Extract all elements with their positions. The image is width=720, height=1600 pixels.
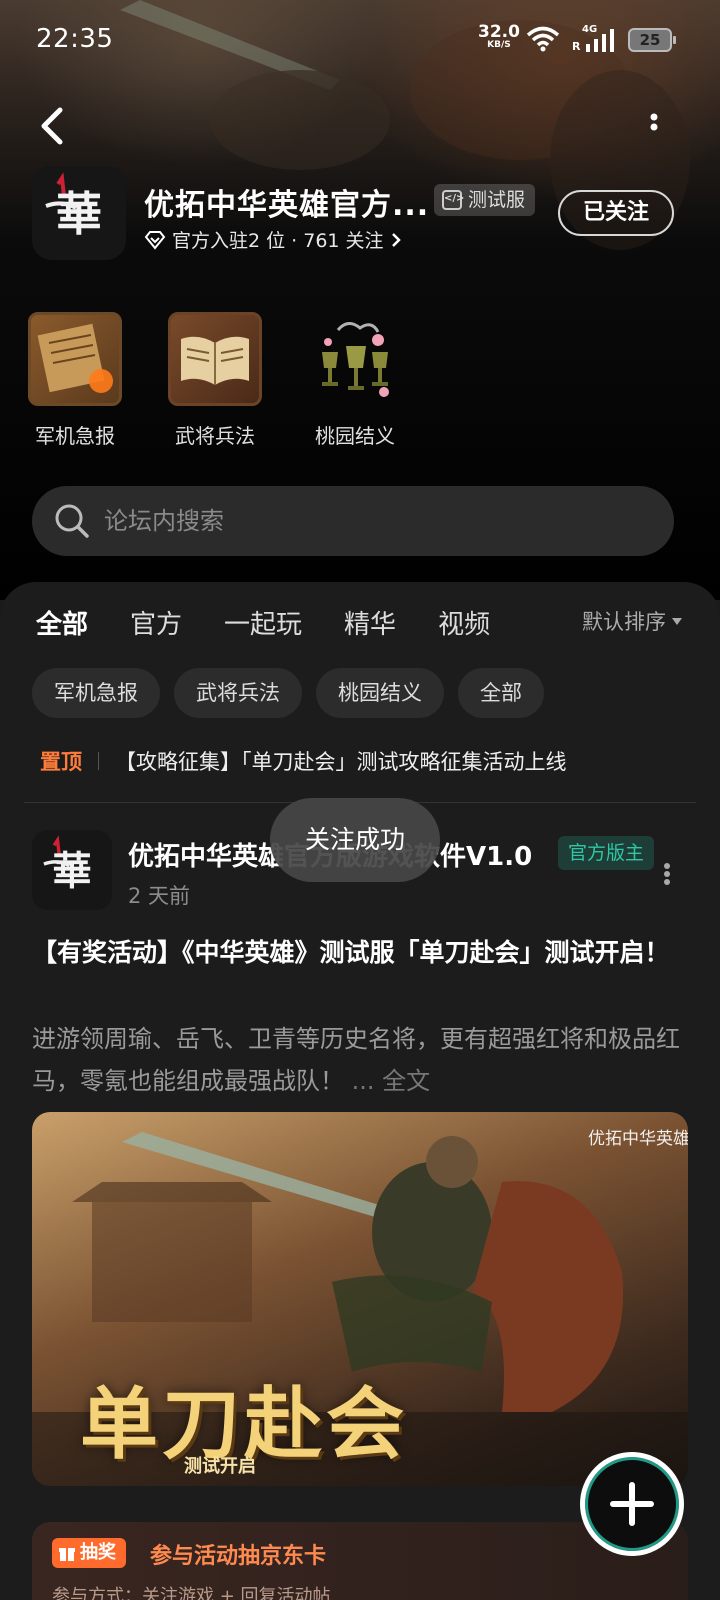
network-speed-value: 32.0: [478, 22, 520, 42]
caret-down-icon: [672, 617, 682, 625]
test-server-label: 测试服: [468, 189, 526, 211]
back-arrow-icon[interactable]: [34, 106, 70, 146]
post-image-subtitle: 测试开启: [184, 1456, 256, 1477]
post-image[interactable]: 单刀赴会 测试开启 优拓中华英雄: [32, 1112, 688, 1486]
tab-video[interactable]: 视频: [438, 604, 490, 641]
quick-link-label: 军机急报: [35, 424, 115, 448]
forum-logo: 華: [32, 166, 126, 260]
battery-indicator: 25: [628, 28, 676, 52]
sort-label: 默认排序: [582, 610, 666, 634]
forum-search-bar[interactable]: [32, 486, 674, 556]
read-more-link[interactable]: ... 全文: [352, 1067, 431, 1095]
post-time: 2 天前: [128, 884, 191, 908]
quick-links: 军机急报 武将兵法 桃园结义: [28, 312, 402, 449]
forum-title: 优拓中华英雄官方...: [144, 188, 430, 223]
lottery-tag-label: 抽奖: [80, 1542, 116, 1563]
test-server-badge: </> 测试服: [434, 184, 536, 216]
code-icon: </>: [442, 190, 464, 210]
sort-dropdown[interactable]: 默认排序: [582, 606, 682, 636]
quick-link-label: 武将兵法: [175, 424, 255, 448]
lottery-description: 参与方式：关注游戏 + 回复活动帖: [52, 1586, 331, 1600]
official-moderator-badge: 官方版主: [558, 836, 655, 870]
quick-link-label: 桃园结义: [315, 424, 395, 448]
pinned-title: 【攻略征集】「单刀赴会」测试攻略征集活动上线: [115, 750, 567, 774]
cell-signal-icon: 4G R: [570, 24, 616, 54]
toast-message: 关注成功: [270, 798, 440, 882]
tab-play-together[interactable]: 一起玩: [224, 604, 302, 641]
lottery-tag: 抽奖: [52, 1538, 126, 1568]
pinned-post[interactable]: 置顶 【攻略征集】「单刀赴会」测试攻略征集活动上线: [40, 746, 567, 776]
book-icon: [168, 312, 262, 406]
tab-all[interactable]: 全部: [36, 604, 88, 647]
quick-link-1[interactable]: 军机急报: [28, 312, 122, 449]
post-more-icon[interactable]: [662, 862, 672, 886]
feed-tabs: 全部 官方 一起玩 精华 视频: [36, 604, 532, 647]
chip-category[interactable]: 军机急报: [32, 668, 160, 718]
chip-category[interactable]: 武将兵法: [174, 668, 302, 718]
quick-link-3[interactable]: 桃园结义: [308, 312, 402, 449]
category-chips: 军机急报 武将兵法 桃园结义 全部: [32, 668, 544, 718]
search-icon: [55, 504, 89, 538]
post-title[interactable]: 【有奖活动】《中华英雄》测试服「单刀赴会」测试开启！: [32, 932, 688, 974]
lottery-title: 参与活动抽京东卡: [150, 1544, 327, 1569]
chip-category[interactable]: 全部: [458, 668, 544, 718]
roaming-indicator: R: [572, 40, 581, 53]
forum-feed-panel: 全部 官方 一起玩 精华 视频 默认排序 军机急报 武将兵法 桃园结义 全部 置…: [0, 582, 720, 1600]
tab-featured[interactable]: 精华: [344, 604, 396, 641]
search-input[interactable]: [104, 507, 624, 535]
network-speed: 32.0 KB/S: [478, 22, 520, 51]
follow-button[interactable]: 已关注: [558, 190, 674, 236]
quick-link-2[interactable]: 武将兵法: [168, 312, 262, 449]
goblets-icon: [308, 312, 402, 406]
chip-category[interactable]: 桃园结义: [316, 668, 444, 718]
post-body[interactable]: 进游领周瑜、岳飞、卫青等历史名将，更有超强红将和极品红马，零氪也能组成最强战队！…: [32, 1018, 688, 1102]
forum-stats-link[interactable]: 官方入驻2 位 · 761 关注: [144, 226, 402, 253]
avatar[interactable]: 華: [32, 830, 112, 910]
forum-stats-text: 官方入驻2 位 · 761 关注: [172, 230, 384, 252]
hero-header: 22:35 32.0 KB/S 4G R 25 華 优拓中华英雄官方... </…: [0, 0, 720, 600]
game-logo: 优拓中华英雄: [588, 1129, 688, 1149]
more-options-icon[interactable]: [648, 112, 660, 142]
svg-text:華: 華: [52, 848, 91, 894]
create-post-button[interactable]: [580, 1452, 684, 1556]
status-bar: 22:35 32.0 KB/S 4G R 25: [0, 0, 720, 80]
svg-text:華: 華: [56, 187, 102, 241]
gift-icon: [59, 1548, 75, 1561]
divider: [98, 752, 99, 770]
pinned-tag: 置顶: [40, 750, 82, 774]
status-time: 22:35: [36, 24, 114, 54]
plus-icon: [610, 1482, 654, 1526]
diamond-icon: [144, 230, 166, 250]
chevron-right-icon: [391, 232, 401, 247]
wifi-icon: [526, 26, 560, 52]
tab-official[interactable]: 官方: [130, 604, 182, 641]
scroll-icon: [28, 312, 122, 406]
